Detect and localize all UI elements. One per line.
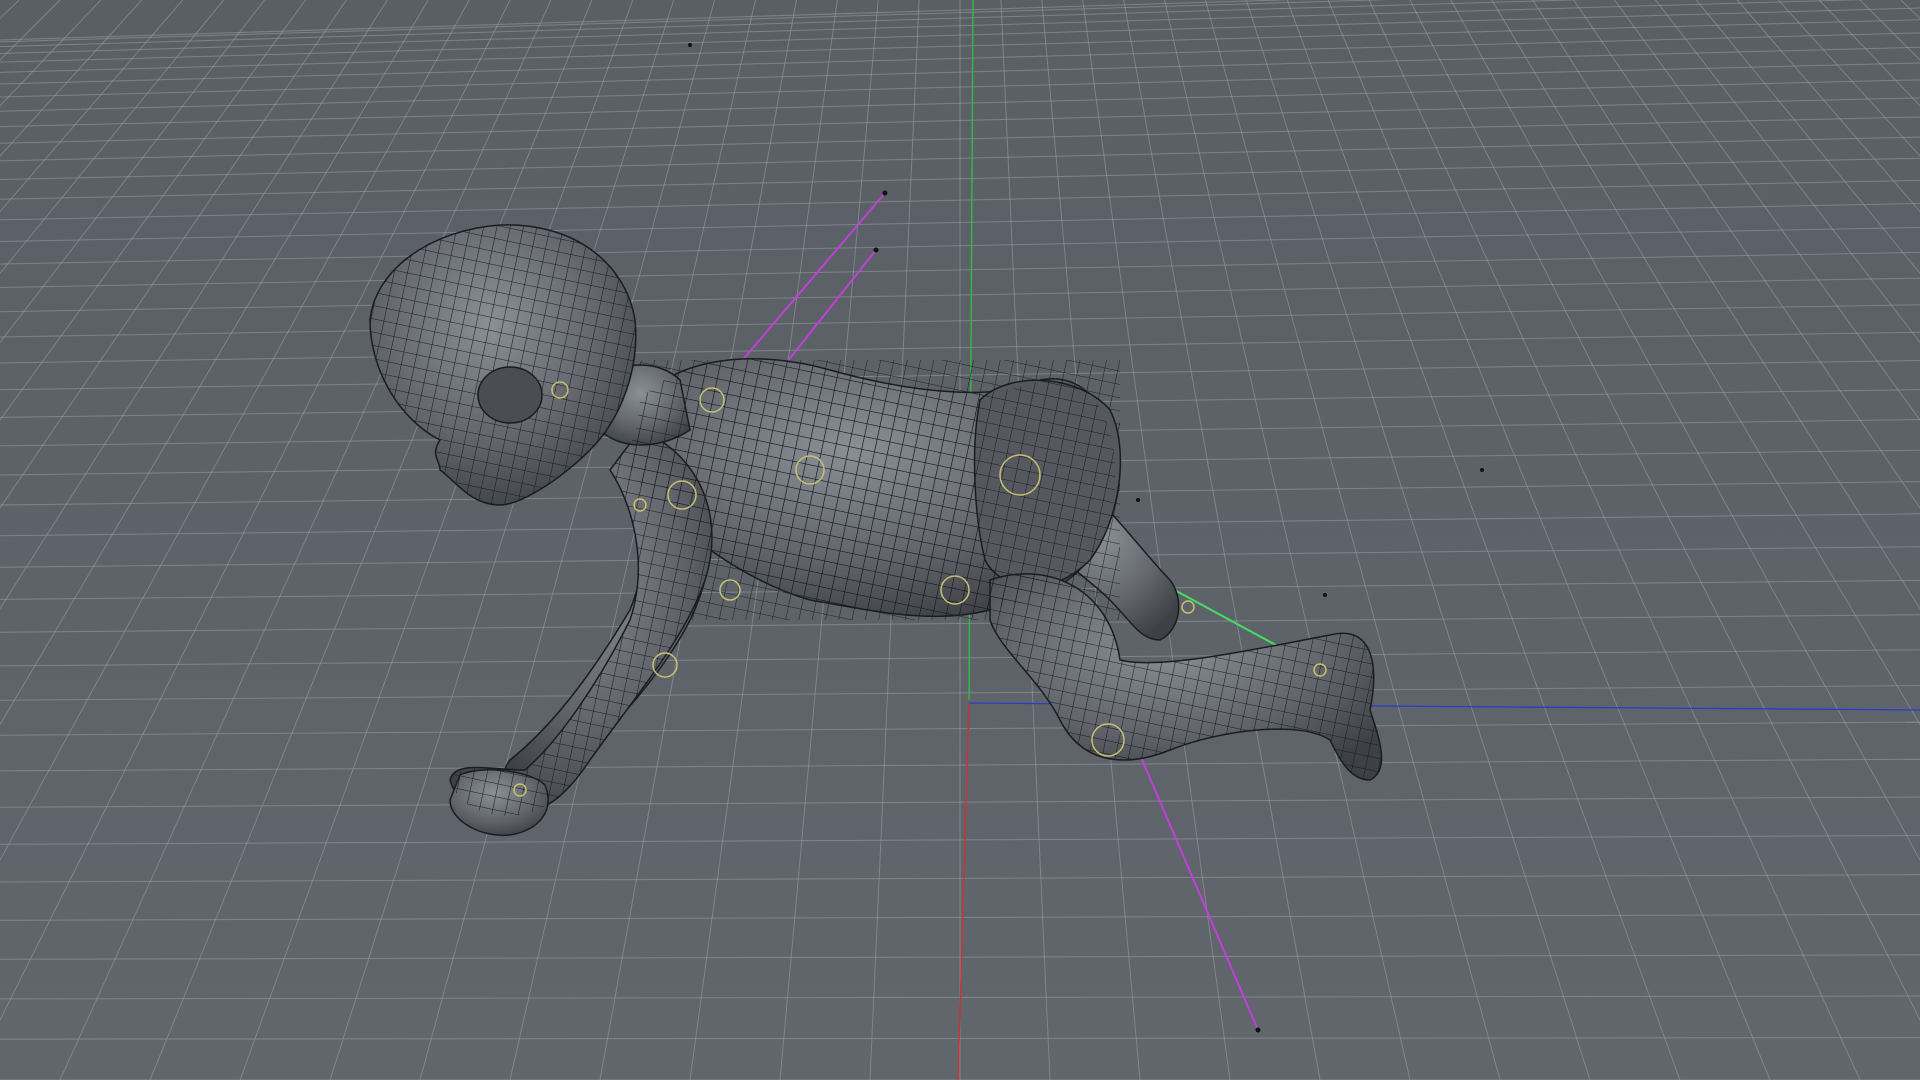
grid-line bbox=[0, 0, 306, 421]
grid-line bbox=[1655, 0, 1920, 344]
grid-line bbox=[1777, 0, 1920, 157]
3d-viewport[interactable] bbox=[0, 0, 1920, 1080]
grid-line bbox=[1204, 0, 1501, 1080]
grid-line bbox=[1450, 0, 1920, 862]
grid-line bbox=[149, 0, 593, 1080]
grid-line bbox=[1409, 0, 1920, 1022]
grid-line bbox=[1327, 0, 1771, 1080]
grid-line bbox=[0, 0, 347, 509]
grid-line bbox=[1900, 0, 1920, 19]
grid-line bbox=[0, 0, 511, 1022]
grid-line bbox=[239, 0, 634, 1080]
grid-line bbox=[0, 0, 388, 610]
grid-line bbox=[0, 0, 470, 862]
grid-line bbox=[1368, 0, 1861, 1080]
grid-line bbox=[1245, 0, 1591, 1080]
grid-line bbox=[0, 0, 265, 344]
grid-line bbox=[1164, 0, 1411, 1080]
viewport-canvas[interactable] bbox=[0, 0, 1920, 1080]
grid-line bbox=[0, 0, 143, 157]
grid-line bbox=[1286, 0, 1681, 1080]
grid-line bbox=[1491, 0, 1920, 726]
grid-line bbox=[0, 0, 225, 275]
grid-line bbox=[0, 0, 20, 19]
grid-line bbox=[1123, 0, 1321, 1080]
grid-line bbox=[0, 0, 429, 726]
ear-mesh bbox=[477, 366, 543, 424]
grid-line bbox=[59, 0, 552, 1080]
